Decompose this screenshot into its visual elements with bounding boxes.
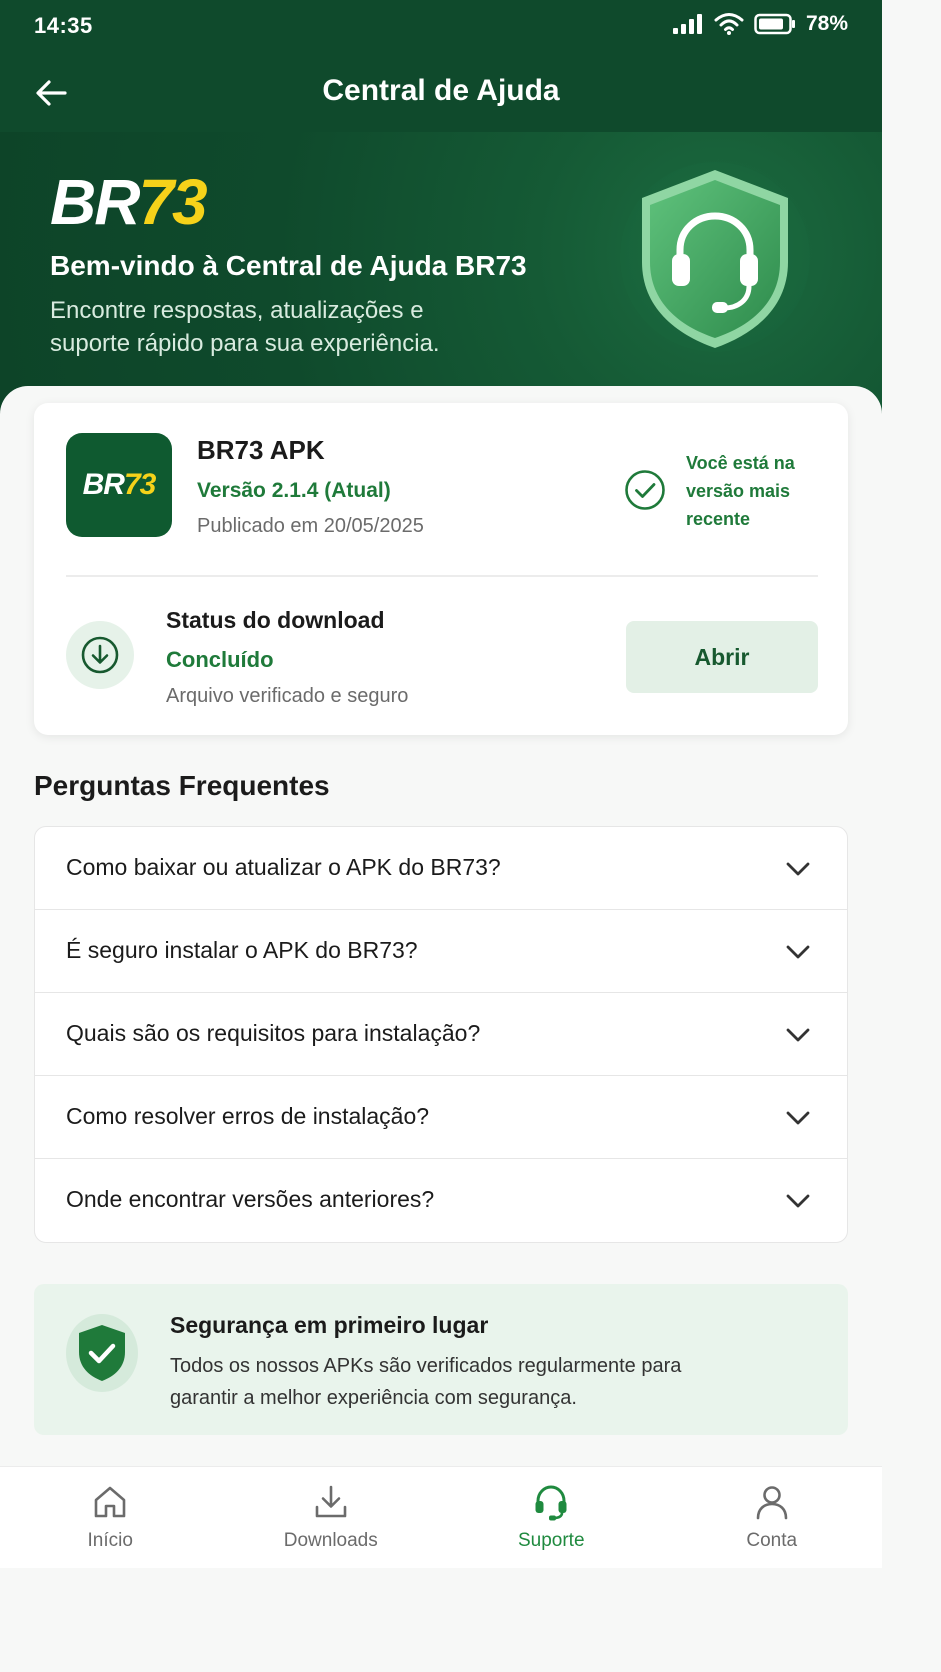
nav-item-conta[interactable]: Conta [662, 1467, 883, 1568]
nav-label: Início [87, 1530, 133, 1551]
faq-list: Como baixar ou atualizar o APK do BR73? … [34, 826, 848, 1243]
download-status-value: Concluído [166, 647, 274, 672]
faq-item[interactable]: É seguro instalar o APK do BR73? [35, 910, 847, 993]
battery-icon [754, 13, 795, 35]
download-status-note: Arquivo verificado e seguro [166, 685, 409, 707]
download-status-title: Status do download [166, 607, 385, 633]
faq-item[interactable]: Como baixar ou atualizar o APK do BR73? [35, 827, 847, 910]
security-title: Segurança em primeiro lugar [170, 1312, 489, 1338]
app-info-card: BR 73 BR73 APK Versão 2.1.4 (Atual) Publi… [34, 403, 848, 735]
security-notice: Segurança em primeiro lugar Todos os nos… [34, 1284, 848, 1435]
security-text: Todos os nossos APKs são verificados reg… [170, 1355, 682, 1409]
support-shield-icon [620, 162, 810, 352]
faq-question: Quais são os requisitos para instalação? [66, 1020, 481, 1046]
nav-item-inicio[interactable]: Início [0, 1467, 221, 1568]
security-icon-wrap [66, 1314, 138, 1392]
status-time: 14:35 [34, 13, 93, 38]
bottom-nav: Início Downloads Suporte Conta [0, 1466, 882, 1568]
download-icon [315, 1485, 347, 1518]
latest-version-notice: Você está na versão mais recente [686, 453, 795, 529]
nav-label: Conta [746, 1530, 798, 1551]
nav-item-suporte[interactable]: Suporte [441, 1467, 662, 1568]
open-button[interactable]: Abrir [626, 621, 818, 693]
app-name: BR73 APK [197, 435, 325, 465]
user-icon [756, 1486, 788, 1520]
download-circle-icon [81, 636, 119, 674]
download-status-icon-wrap [66, 621, 134, 689]
brand-logo: BR73 [50, 170, 208, 234]
hero-title: Bem-vindo à Central de Ajuda BR73 [50, 250, 527, 281]
faq-heading: Perguntas Frequentes [34, 770, 330, 801]
app-bar: Central de Ajuda [0, 52, 882, 132]
faq-question: É seguro instalar o APK do BR73? [66, 937, 418, 963]
faq-item[interactable]: Como resolver erros de instalação? [35, 1076, 847, 1159]
brand-logo-br: BR [50, 166, 140, 238]
app-icon-br: BR [82, 468, 125, 501]
faq-question: Como resolver erros de instalação? [66, 1103, 430, 1129]
app-version: Versão 2.1.4 (Atual) [197, 479, 391, 502]
card-divider [66, 575, 818, 577]
chevron-down-icon [786, 1194, 810, 1208]
app-published-date: Publicado em 20/05/2025 [197, 515, 424, 537]
chevron-down-icon [786, 862, 810, 876]
chevron-down-icon [786, 1111, 810, 1125]
content-sheet: BR 73 BR73 APK Versão 2.1.4 (Atual) Publi… [0, 386, 882, 1568]
home-icon [94, 1486, 126, 1518]
hero-banner: BR73 Bem-vindo à Central de Ajuda BR73 E… [0, 132, 882, 422]
top-header: 14:35 78% Central de Ajuda [0, 0, 882, 132]
headset-icon [535, 1485, 567, 1521]
app-icon: BR 73 [66, 433, 172, 537]
hero-subtitle: Encontre respostas, atualizações e supor… [50, 297, 440, 357]
faq-item[interactable]: Onde encontrar versões anteriores? [35, 1159, 847, 1242]
nav-item-downloads[interactable]: Downloads [221, 1467, 442, 1568]
status-bar: 14:35 78% [0, 0, 882, 52]
nav-label: Downloads [283, 1530, 378, 1551]
battery-percentage: 78% [805, 12, 848, 35]
app-icon-num: 73 [123, 468, 156, 501]
signal-icon [672, 14, 702, 34]
brand-logo-num: 73 [138, 166, 207, 238]
faq-item[interactable]: Quais são os requisitos para instalação? [35, 993, 847, 1076]
page-title: Central de Ajuda [322, 74, 560, 107]
nav-label: Suporte [517, 1530, 585, 1551]
status-icons: 78% [672, 12, 848, 36]
faq-question: Onde encontrar versões anteriores? [66, 1186, 435, 1212]
faq-question: Como baixar ou atualizar o APK do BR73? [66, 854, 501, 880]
chevron-down-icon [786, 1028, 810, 1042]
wifi-icon [714, 13, 744, 35]
check-circle-icon [625, 470, 665, 510]
chevron-down-icon [786, 945, 810, 959]
shield-check-icon [79, 1325, 125, 1381]
